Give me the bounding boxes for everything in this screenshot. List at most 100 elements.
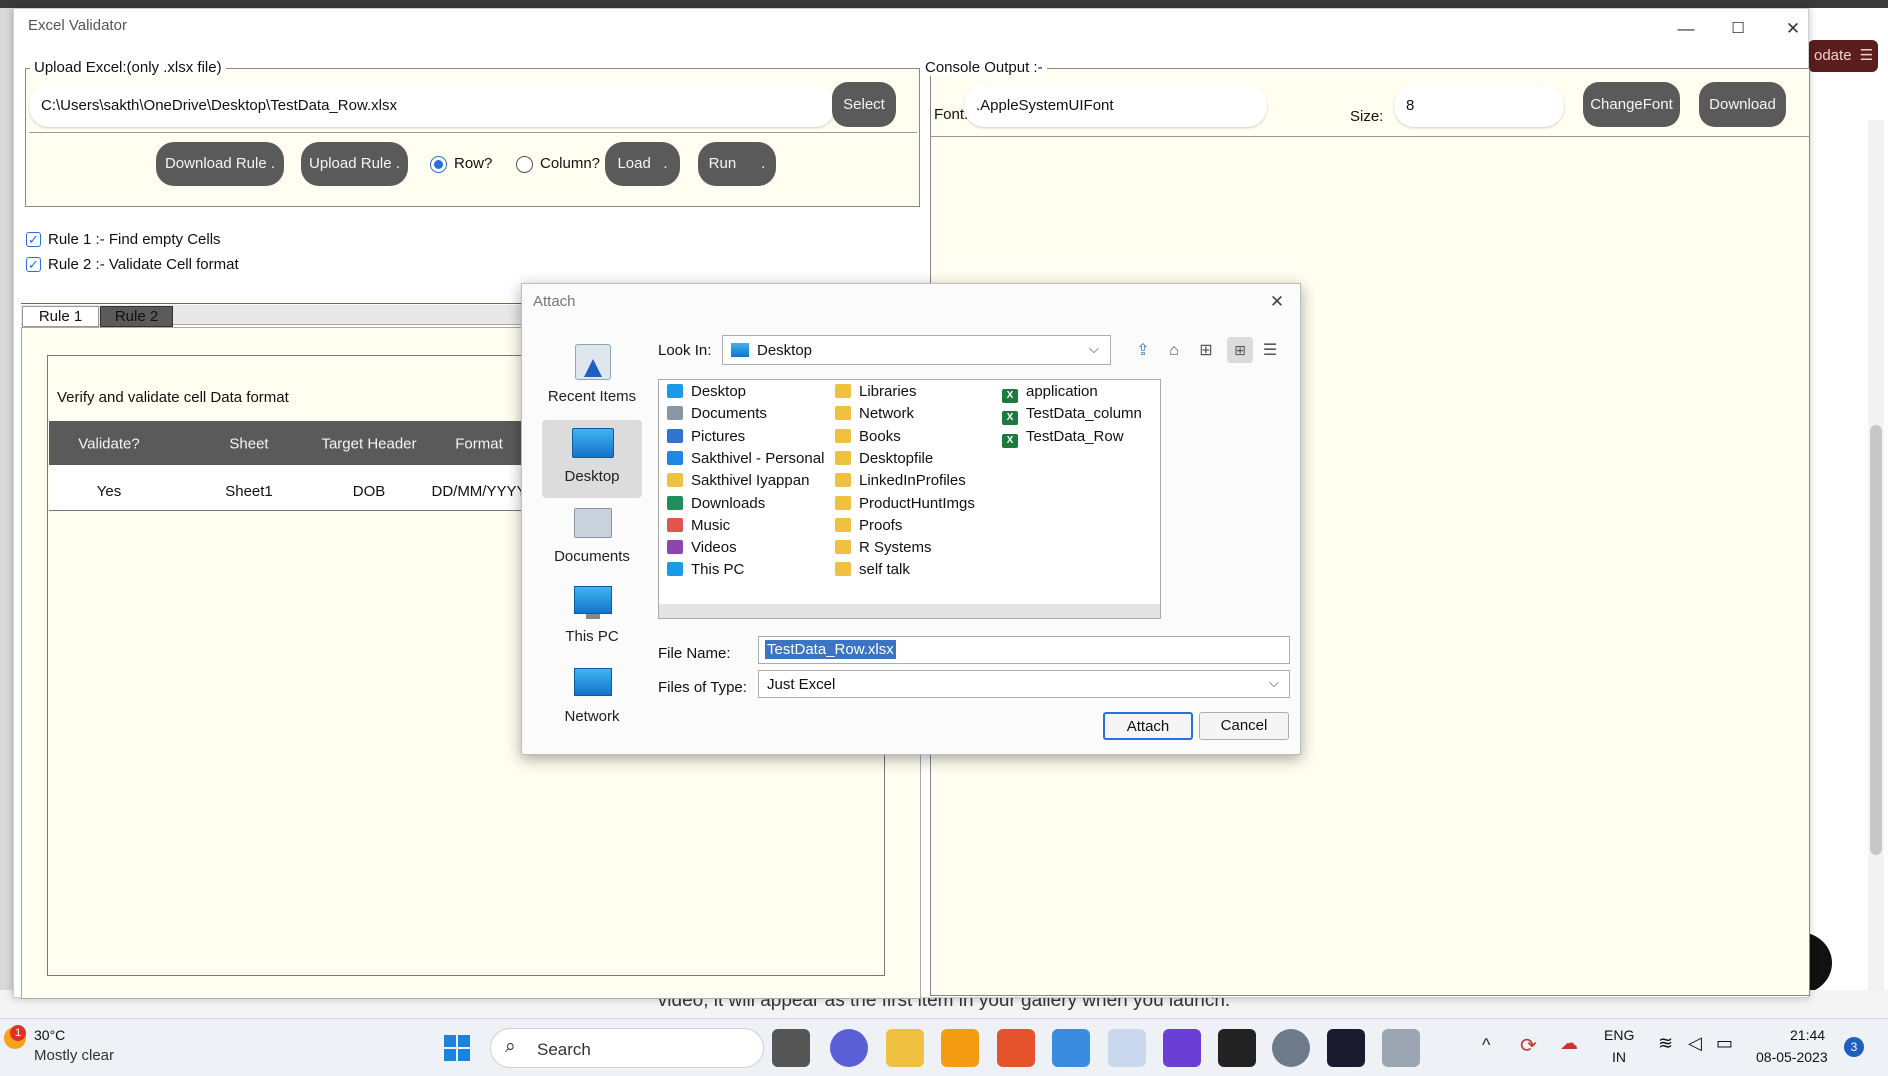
- file-list-item[interactable]: Sakthivel - Personal: [667, 448, 824, 470]
- dialog-close-button[interactable]: ✕: [1262, 288, 1292, 316]
- sublime-text-icon[interactable]: [941, 1029, 979, 1067]
- volume-icon[interactable]: ◁: [1688, 1033, 1702, 1054]
- new-folder-icon[interactable]: ⊞: [1195, 340, 1217, 362]
- file-list-item[interactable]: self talk: [835, 559, 910, 581]
- place-documents[interactable]: Documents: [542, 504, 642, 582]
- file-list-item[interactable]: This PC: [667, 559, 744, 581]
- file-list-item[interactable]: Network: [835, 403, 914, 425]
- load-button[interactable]: Load .: [605, 142, 680, 186]
- clock-date[interactable]: 08-05-2023: [1756, 1049, 1828, 1065]
- notepad-icon[interactable]: [1052, 1029, 1090, 1067]
- battery-icon[interactable]: ▭: [1716, 1033, 1733, 1054]
- intellij-icon[interactable]: [1327, 1029, 1365, 1067]
- home-icon[interactable]: ⌂: [1163, 340, 1185, 362]
- file-name: Network: [859, 405, 915, 423]
- file-list-item[interactable]: Music: [667, 515, 730, 537]
- file-name: TestData_Row: [1026, 427, 1124, 445]
- download-button[interactable]: Download: [1699, 82, 1786, 127]
- file-list-item[interactable]: Proofs: [835, 515, 902, 537]
- tab-rule1[interactable]: Rule 1: [22, 306, 99, 327]
- look-in-combo[interactable]: Desktop ⌵: [722, 335, 1111, 365]
- location-icon: [667, 428, 683, 443]
- download-rule-button[interactable]: Download Rule .: [156, 142, 284, 186]
- row-radio[interactable]: [430, 156, 447, 173]
- settings-gear-icon[interactable]: [1272, 1029, 1310, 1067]
- folder-icon: [835, 517, 851, 532]
- file-list-item[interactable]: Desktop: [667, 381, 746, 403]
- file-list-item[interactable]: X TestData_column: [1002, 403, 1142, 426]
- file-list-item[interactable]: X TestData_Row: [1002, 426, 1124, 448]
- tab-rule2[interactable]: Rule 2: [100, 306, 173, 327]
- attach-button[interactable]: Attach: [1103, 712, 1193, 740]
- cancel-button[interactable]: Cancel: [1199, 712, 1289, 740]
- file-list-item[interactable]: Libraries: [835, 381, 917, 403]
- cell-validate[interactable]: Yes: [49, 483, 169, 500]
- cloud-icon[interactable]: ☁: [1560, 1033, 1578, 1054]
- column-radio[interactable]: [516, 156, 533, 173]
- chat-app-icon[interactable]: [830, 1029, 868, 1067]
- place-recent-items[interactable]: Recent Items: [542, 344, 642, 422]
- file-list-item[interactable]: R Systems: [835, 537, 932, 559]
- clock-time[interactable]: 21:44: [1790, 1027, 1825, 1043]
- list-view-icon[interactable]: ⊞: [1227, 337, 1253, 363]
- file-list-item[interactable]: Documents: [667, 403, 767, 425]
- file-list-item[interactable]: Books: [835, 426, 901, 448]
- file-list-scrollbar[interactable]: [659, 604, 1160, 618]
- rule1-checkbox[interactable]: ✓: [26, 232, 41, 247]
- desktop-icon: [572, 428, 614, 458]
- chevron-up-icon[interactable]: ^: [1482, 1035, 1490, 1056]
- snipping-tool-icon[interactable]: [1108, 1029, 1146, 1067]
- weather-temp[interactable]: 30°C: [34, 1027, 65, 1043]
- notification-badge[interactable]: 3: [1844, 1037, 1864, 1057]
- file-list-item[interactable]: Xapplication: [1002, 381, 1098, 403]
- file-list-item[interactable]: Pictures: [667, 426, 745, 448]
- weather-desc[interactable]: Mostly clear: [34, 1047, 114, 1064]
- change-font-button[interactable]: ChangeFont: [1583, 82, 1680, 127]
- file-path-field[interactable]: C:\Users\sakth\OneDrive\Desktop\TestData…: [29, 85, 835, 127]
- sync-icon[interactable]: ⟳: [1520, 1033, 1537, 1058]
- background-scrollbar-thumb[interactable]: [1870, 425, 1882, 855]
- font-field[interactable]: .AppleSystemUIFont: [964, 85, 1267, 127]
- file-explorer-icon[interactable]: [886, 1029, 924, 1067]
- look-in-label: Look In:: [658, 342, 712, 359]
- lang-secondary[interactable]: IN: [1612, 1049, 1626, 1065]
- upload-rule-button[interactable]: Upload Rule .: [301, 142, 408, 186]
- search-icon: ⌕: [505, 1036, 516, 1057]
- place-this-pc[interactable]: This PC: [542, 584, 642, 662]
- file-list-item[interactable]: ProductHuntImgs: [835, 493, 975, 515]
- file-name: Pictures: [691, 427, 746, 445]
- file-name: Books: [859, 427, 901, 445]
- folder-icon: [835, 540, 851, 555]
- minimize-button[interactable]: —: [1664, 13, 1708, 45]
- cell-sheet[interactable]: Sheet1: [189, 483, 309, 500]
- lang-primary[interactable]: ENG: [1604, 1027, 1634, 1043]
- file-name: Libraries: [859, 383, 917, 400]
- rule2-checkbox[interactable]: ✓: [26, 257, 41, 272]
- file-list-item[interactable]: LinkedInProfiles: [835, 470, 966, 492]
- file-list-item[interactable]: Desktopfile: [835, 448, 933, 470]
- taskbar-search[interactable]: ⌕ Search: [490, 1028, 764, 1068]
- obsidian-icon[interactable]: [1163, 1029, 1201, 1067]
- task-view-icon[interactable]: [772, 1029, 810, 1067]
- wifi-icon[interactable]: ≋: [1658, 1033, 1673, 1054]
- file-name-input[interactable]: TestData_Row.xlsx: [758, 636, 1290, 664]
- close-button[interactable]: ✕: [1771, 13, 1815, 45]
- run-button[interactable]: Run .: [698, 142, 776, 186]
- file-list-item[interactable]: Sakthivel Iyappan: [667, 470, 809, 492]
- start-icon[interactable]: [438, 1029, 476, 1067]
- file-type-combo[interactable]: Just Excel ⌵: [758, 670, 1290, 698]
- sticky-notes-icon[interactable]: [1218, 1029, 1256, 1067]
- background-update-button[interactable]: odate ☰: [1808, 40, 1878, 72]
- file-list-item[interactable]: Videos: [667, 537, 737, 559]
- place-desktop[interactable]: Desktop: [542, 424, 642, 502]
- file-list[interactable]: Desktop Documents Pictures Sakthivel - Pers…: [658, 379, 1161, 619]
- up-folder-icon[interactable]: ⇪: [1132, 340, 1154, 362]
- details-view-icon[interactable]: ☰: [1259, 340, 1281, 362]
- file-list-item[interactable]: Downloads: [667, 493, 765, 515]
- size-field[interactable]: 8: [1394, 85, 1564, 127]
- brave-browser-icon[interactable]: [997, 1029, 1035, 1067]
- java-app-icon[interactable]: [1382, 1029, 1420, 1067]
- maximize-button[interactable]: ☐: [1716, 13, 1760, 45]
- select-button[interactable]: Select: [832, 82, 896, 127]
- place-network[interactable]: Network: [542, 664, 642, 742]
